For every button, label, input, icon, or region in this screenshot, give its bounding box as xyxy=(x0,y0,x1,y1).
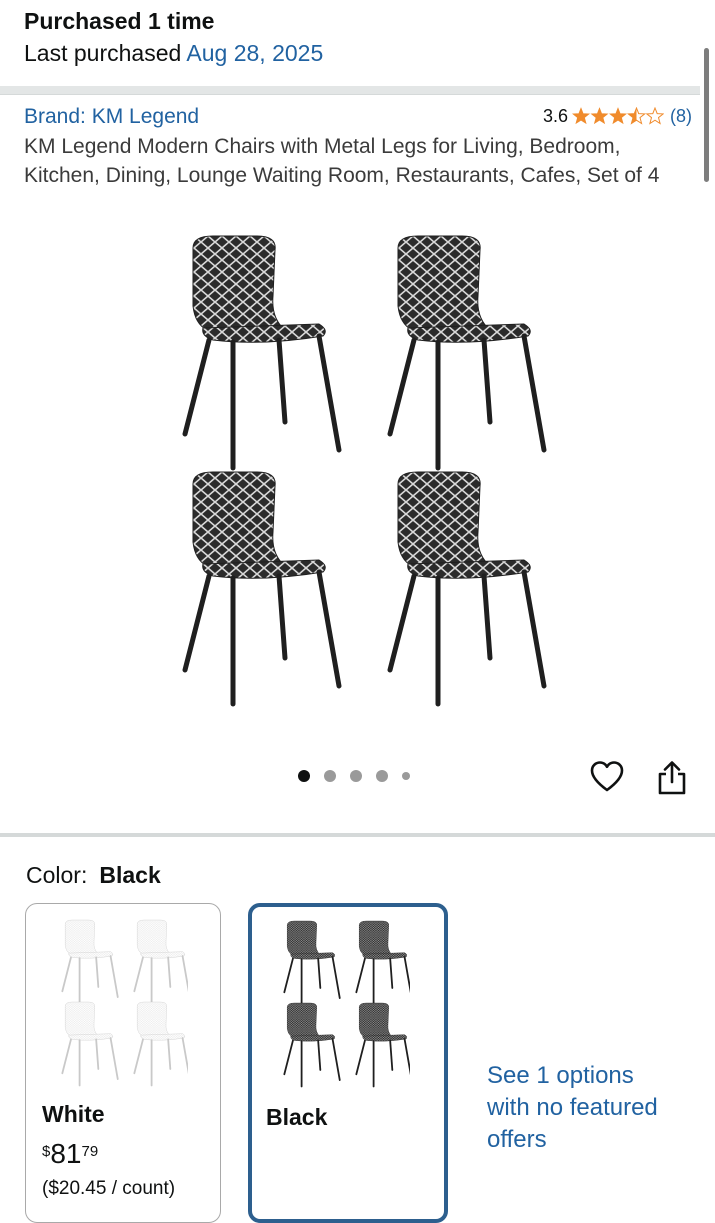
product-title[interactable]: KM Legend Modern Chairs with Metal Legs … xyxy=(24,132,694,190)
purchase-count: Purchased 1 time xyxy=(24,8,215,34)
carousel-dot[interactable] xyxy=(350,770,362,782)
color-option-black[interactable]: Black xyxy=(248,903,448,1223)
see-offers-link[interactable]: See 1 options with no featured offers xyxy=(487,1060,667,1156)
price-fraction: 79 xyxy=(81,1143,99,1160)
brand-rating-row: Brand: KM Legend 3.6 (8) xyxy=(24,103,692,131)
product-image[interactable] xyxy=(165,228,550,708)
color-option-white[interactable]: White $8179 ($20.45 / count) xyxy=(25,903,221,1223)
brand-link[interactable]: Brand: KM Legend xyxy=(24,103,199,131)
image-carousel-dots[interactable] xyxy=(298,770,410,782)
color-selector-label: Color: Black xyxy=(26,860,161,890)
color-option-name: White xyxy=(42,1101,105,1127)
section-divider xyxy=(0,833,715,837)
color-selected-value: Black xyxy=(99,862,161,888)
color-option-name: Black xyxy=(266,1104,328,1130)
carousel-dot[interactable] xyxy=(324,770,336,782)
price-symbol: $ xyxy=(42,1143,51,1160)
section-divider xyxy=(0,86,700,95)
price-whole: 81 xyxy=(50,1138,82,1169)
color-thumbnail-black xyxy=(280,919,413,1089)
last-purchased: Last purchased Aug 28, 2025 xyxy=(24,36,323,70)
scrollbar[interactable] xyxy=(704,48,709,182)
rating-value: 3.6 xyxy=(542,106,568,126)
color-thumbnail-white xyxy=(58,918,191,1088)
carousel-dot[interactable] xyxy=(298,770,310,782)
star-rating-icon xyxy=(572,107,664,125)
heart-icon[interactable] xyxy=(590,760,624,794)
last-purchased-date[interactable]: Aug 28, 2025 xyxy=(186,40,323,66)
carousel-dot[interactable] xyxy=(376,770,388,782)
share-icon[interactable] xyxy=(656,760,688,796)
carousel-dot[interactable] xyxy=(402,772,410,780)
last-purchased-label: Last purchased xyxy=(24,40,182,66)
rating[interactable]: 3.6 (8) xyxy=(543,103,692,129)
unit-price: ($20.45 / count) xyxy=(42,1178,176,1199)
review-count[interactable]: (8) xyxy=(670,103,692,129)
purchase-history: Purchased 1 time Last purchased Aug 28, … xyxy=(24,6,323,70)
color-label: Color: xyxy=(26,862,88,888)
price: $8179 xyxy=(42,1136,98,1177)
